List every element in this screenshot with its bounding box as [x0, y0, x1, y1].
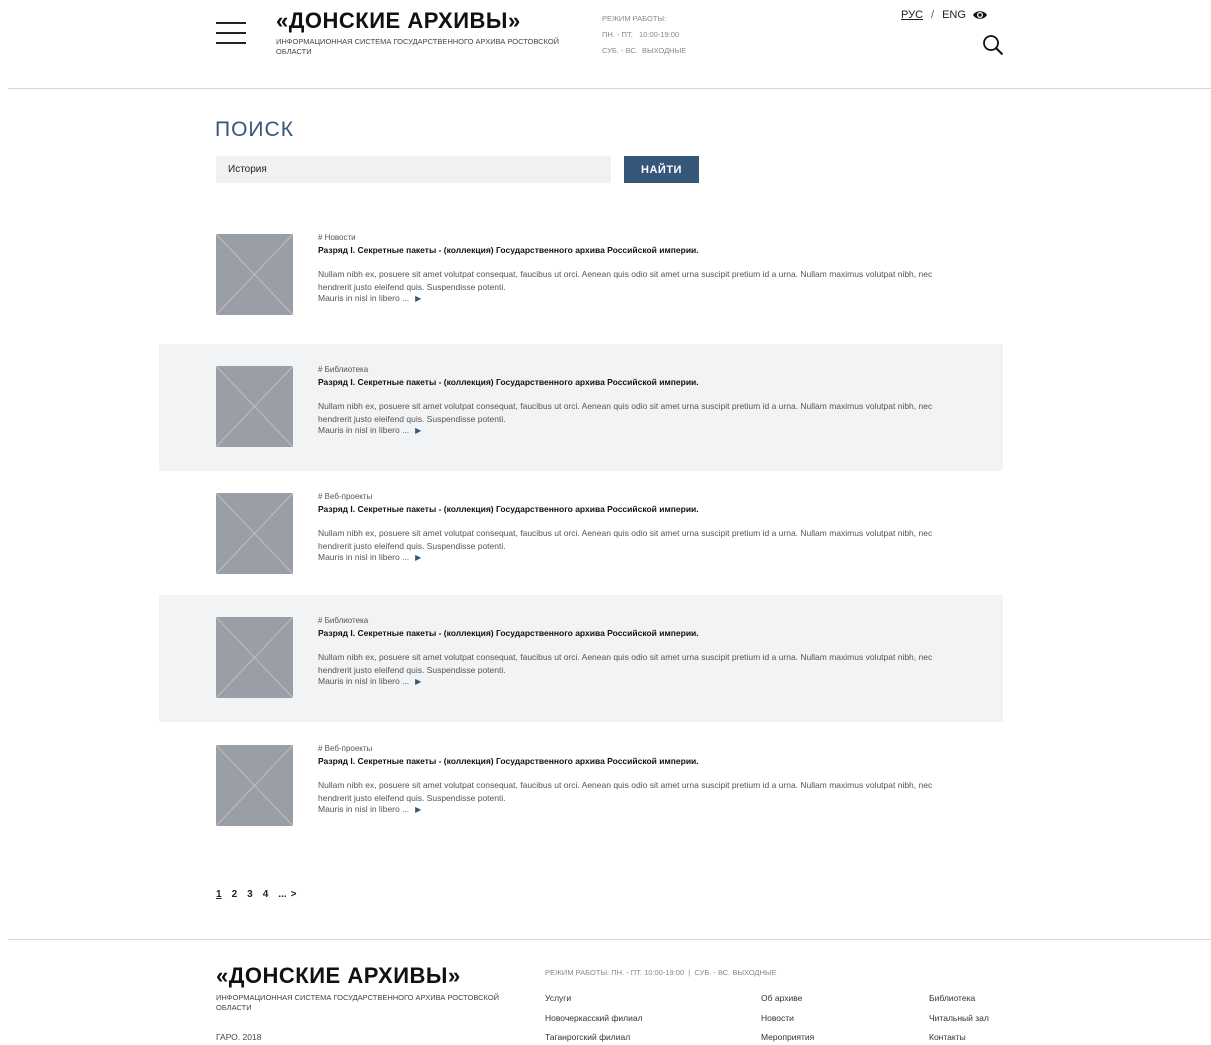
- footer-link[interactable]: Новочеркасский филиал: [545, 1013, 643, 1033]
- result-excerpt: Nullam nibh ex, posuere sit amet volutpa…: [318, 269, 933, 292]
- result-item: # Новости Разряд I. Секретные пакеты - (…: [159, 212, 1003, 339]
- search-input[interactable]: [216, 156, 611, 183]
- footer-working-hours: РЕЖИМ РАБОТЫ: ПН. - ПТ. 10:00-19:00 | СУ…: [545, 968, 777, 977]
- footer-link[interactable]: Таганрогский филиал: [545, 1032, 643, 1045]
- hours-weekend: СУБ. - ВС. ВЫХОДНЫЕ: [602, 46, 687, 55]
- page-link-4[interactable]: 4: [263, 889, 269, 900]
- logo-title[interactable]: «ДОНСКИЕ АРХИВЫ»: [276, 8, 521, 34]
- read-more-label: Mauris in nisl in libero ...: [318, 293, 410, 303]
- page-link-1[interactable]: 1: [216, 889, 222, 900]
- pagination: 1 2 3 4 ... >: [216, 889, 296, 900]
- footer-link[interactable]: Мероприятия: [761, 1032, 814, 1045]
- read-more-label: Mauris in nisl in libero ...: [318, 676, 410, 686]
- play-arrow-icon: ▶: [415, 294, 422, 303]
- play-arrow-icon: ▶: [415, 426, 422, 435]
- footer-link[interactable]: Контакты: [929, 1032, 989, 1045]
- working-hours: РЕЖИМ РАБОТЫ: ПН. - ПТ. 10:00-19:00 СУБ.…: [602, 11, 686, 59]
- footer-column-1: Услуги Новочеркасский филиал Таганрогски…: [545, 993, 643, 1045]
- read-more-link[interactable]: Mauris in nisl in libero ... ▶: [318, 676, 421, 686]
- play-arrow-icon: ▶: [415, 805, 422, 814]
- menu-icon[interactable]: [216, 20, 246, 46]
- lang-rus-link[interactable]: РУС: [901, 9, 923, 21]
- page-link-3[interactable]: 3: [247, 889, 253, 900]
- language-switcher: РУС / ENG: [901, 9, 988, 21]
- footer-logo-subtitle: ИНФОРМАЦИОННАЯ СИСТЕМА ГОСУДАРСТВЕННОГО …: [216, 993, 500, 1012]
- result-title[interactable]: Разряд I. Секретные пакеты - (коллекция)…: [318, 245, 699, 255]
- result-title[interactable]: Разряд I. Секретные пакеты - (коллекция)…: [318, 377, 699, 387]
- result-thumbnail[interactable]: [216, 493, 293, 574]
- footer-divider: [8, 939, 1211, 940]
- footer-link[interactable]: Библиотека: [929, 993, 989, 1013]
- result-thumbnail[interactable]: [216, 234, 293, 315]
- play-arrow-icon: ▶: [415, 553, 422, 562]
- search-button[interactable]: НАЙТИ: [624, 156, 699, 183]
- lang-eng-link[interactable]: ENG: [942, 9, 966, 21]
- result-tag[interactable]: # Библиотека: [318, 616, 368, 625]
- result-excerpt: Nullam nibh ex, posuere sit amet volutpa…: [318, 528, 933, 551]
- result-thumbnail[interactable]: [216, 617, 293, 698]
- eye-icon[interactable]: [972, 9, 988, 21]
- header-divider: [8, 88, 1211, 89]
- result-thumbnail[interactable]: [216, 366, 293, 447]
- page-ellipsis: ...: [278, 889, 287, 900]
- read-more-link[interactable]: Mauris in nisl in libero ... ▶: [318, 293, 421, 303]
- footer-link[interactable]: Новости: [761, 1013, 814, 1033]
- result-tag[interactable]: # Библиотека: [318, 365, 368, 374]
- footer-link[interactable]: Об архиве: [761, 993, 814, 1013]
- result-title[interactable]: Разряд I. Секретные пакеты - (коллекция)…: [318, 628, 699, 638]
- read-more-link[interactable]: Mauris in nisl in libero ... ▶: [318, 552, 421, 562]
- next-page-link[interactable]: >: [291, 889, 297, 900]
- result-item: # Библиотека Разряд I. Секретные пакеты …: [159, 344, 1003, 471]
- footer-column-3: Библиотека Читальный зал Контакты: [929, 993, 989, 1045]
- result-item: # Веб-проекты Разряд I. Секретные пакеты…: [159, 471, 1003, 598]
- result-tag[interactable]: # Новости: [318, 233, 356, 242]
- result-tag[interactable]: # Веб-проекты: [318, 492, 372, 501]
- result-title[interactable]: Разряд I. Секретные пакеты - (коллекция)…: [318, 756, 699, 766]
- read-more-link[interactable]: Mauris in nisl in libero ... ▶: [318, 804, 421, 814]
- footer-copyright: ГАРО. 2018: [216, 1032, 262, 1042]
- read-more-label: Mauris in nisl in libero ...: [318, 804, 410, 814]
- result-thumbnail[interactable]: [216, 745, 293, 826]
- hours-label: РЕЖИМ РАБОТЫ:: [602, 14, 667, 23]
- page-link-2[interactable]: 2: [232, 889, 238, 900]
- site-header: «ДОНСКИЕ АРХИВЫ» ИНФОРМАЦИОННАЯ СИСТЕМА …: [0, 0, 1211, 89]
- result-item: # Веб-проекты Разряд I. Секретные пакеты…: [159, 723, 1003, 850]
- page-title: ПОИСК: [215, 118, 294, 141]
- lang-separator: /: [931, 9, 935, 21]
- result-excerpt: Nullam nibh ex, posuere sit amet volutpa…: [318, 401, 933, 424]
- result-excerpt: Nullam nibh ex, posuere sit amet volutpa…: [318, 652, 933, 675]
- footer-link[interactable]: Читальный зал: [929, 1013, 989, 1033]
- search-icon[interactable]: [982, 34, 1004, 56]
- read-more-link[interactable]: Mauris in nisl in libero ... ▶: [318, 425, 421, 435]
- play-arrow-icon: ▶: [415, 677, 422, 686]
- footer-column-2: Об архиве Новости Мероприятия: [761, 993, 814, 1045]
- result-title[interactable]: Разряд I. Секретные пакеты - (коллекция)…: [318, 504, 699, 514]
- footer-link[interactable]: Услуги: [545, 993, 643, 1013]
- logo-subtitle: ИНФОРМАЦИОННАЯ СИСТЕМА ГОСУДАРСТВЕННОГО …: [276, 37, 560, 56]
- footer-logo-title[interactable]: «ДОНСКИЕ АРХИВЫ»: [216, 963, 461, 989]
- hours-weekdays: ПН. - ПТ. 10:00-19:00: [602, 30, 680, 39]
- result-item: # Библиотека Разряд I. Секретные пакеты …: [159, 595, 1003, 722]
- result-excerpt: Nullam nibh ex, posuere sit amet volutpa…: [318, 780, 933, 803]
- read-more-label: Mauris in nisl in libero ...: [318, 552, 410, 562]
- result-tag[interactable]: # Веб-проекты: [318, 744, 372, 753]
- read-more-label: Mauris in nisl in libero ...: [318, 425, 410, 435]
